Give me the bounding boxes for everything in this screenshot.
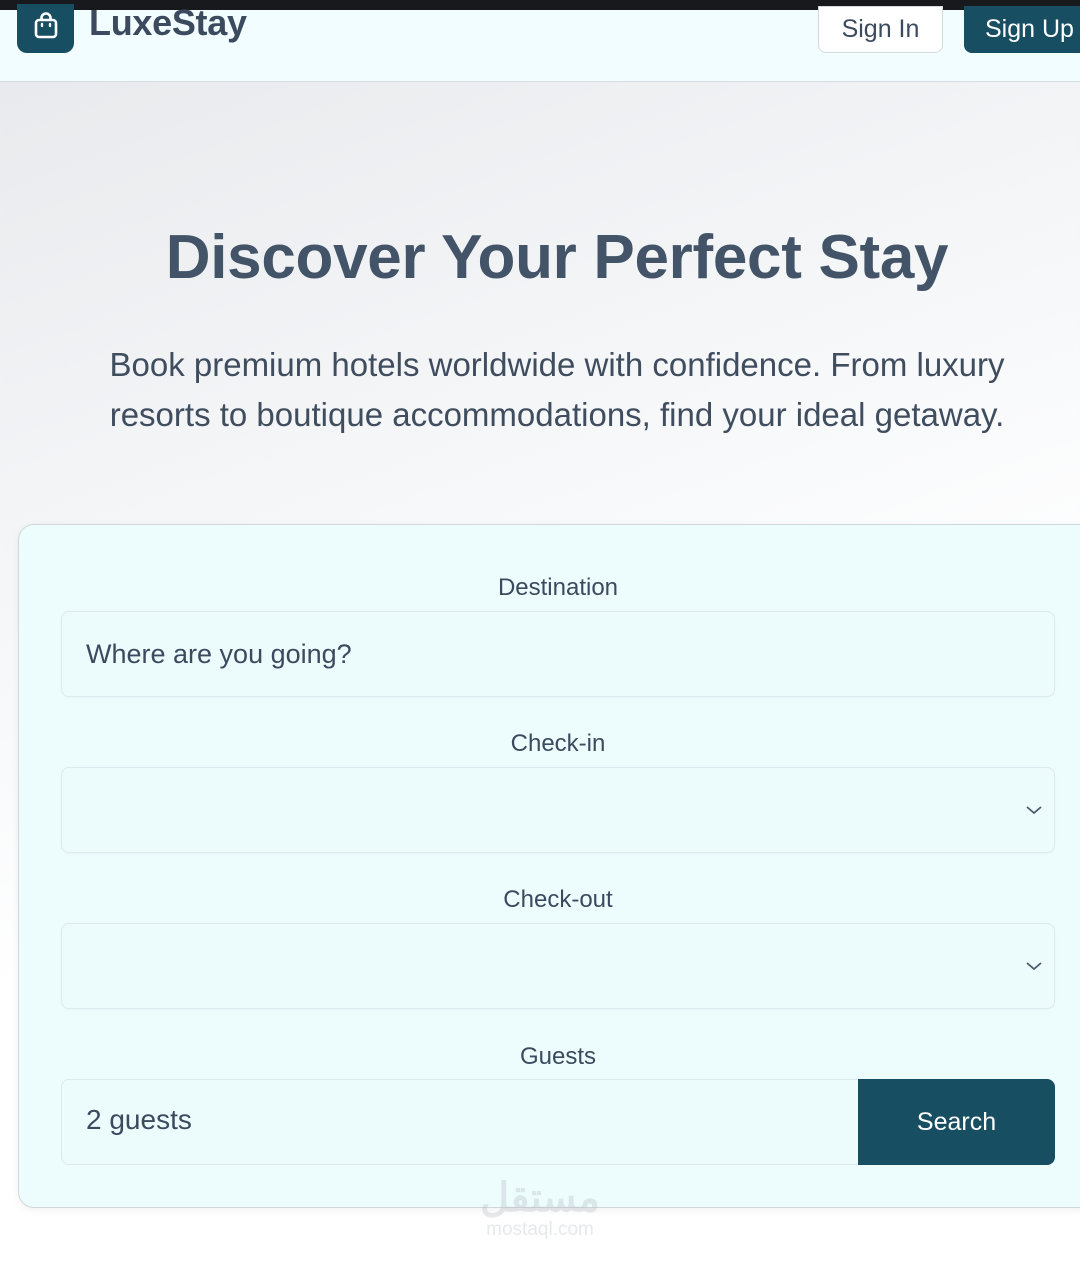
- check-in-label: Check-in: [510, 730, 606, 757]
- guests-value: 2 guests: [86, 1104, 192, 1135]
- shopping-bag-icon: [32, 12, 60, 45]
- destination-field: [61, 611, 1055, 697]
- destination-input[interactable]: [62, 612, 1054, 696]
- watermark: مستقل mostaql.com: [470, 1176, 610, 1240]
- sign-up-button[interactable]: Sign Up: [964, 6, 1080, 53]
- navbar: LuxeStay Sign In Sign Up: [0, 2, 1080, 82]
- check-out-field[interactable]: [61, 923, 1055, 1009]
- watermark-latin: mostaql.com: [486, 1219, 594, 1240]
- watermark-arabic: مستقل: [480, 1176, 600, 1220]
- guests-label: Guests: [519, 1043, 597, 1070]
- hero-subtitle-line-1: Book premium hotels worldwide with confi…: [109, 346, 1005, 383]
- check-in-field[interactable]: [61, 767, 1055, 853]
- search-card: Destination Check-in Check-out Guests 2 …: [18, 524, 1080, 1208]
- check-out-label: Check-out: [503, 886, 613, 913]
- destination-label: Destination: [497, 574, 619, 601]
- logo-badge[interactable]: [17, 4, 74, 53]
- hero-title: Discover Your Perfect Stay: [165, 223, 949, 292]
- brand-name[interactable]: LuxeStay: [89, 2, 247, 44]
- sign-in-button[interactable]: Sign In: [818, 6, 943, 53]
- hero-subtitle-line-2: resorts to boutique accommodations, find…: [109, 396, 1005, 433]
- chevron-down-icon[interactable]: [1022, 954, 1046, 978]
- search-button[interactable]: Search: [858, 1079, 1055, 1165]
- hero-subtitle: Book premium hotels worldwide with confi…: [40, 340, 1074, 440]
- chevron-down-icon[interactable]: [1022, 798, 1046, 822]
